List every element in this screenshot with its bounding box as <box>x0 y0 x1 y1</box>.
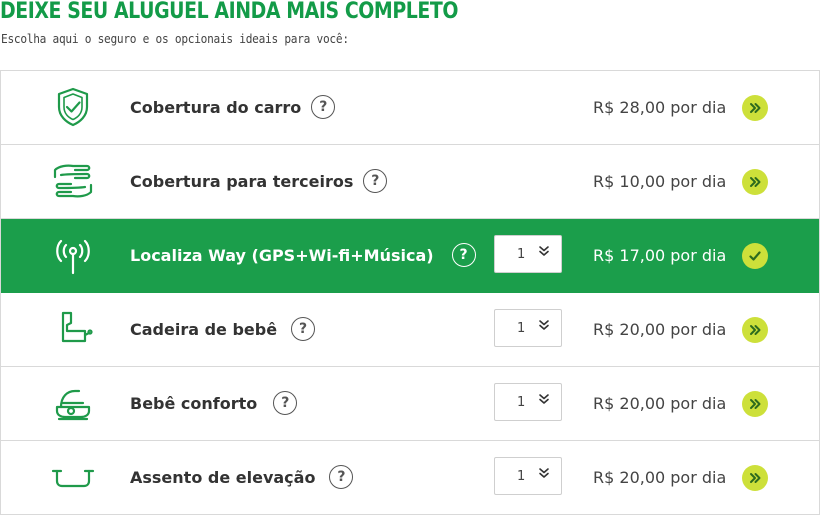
add-option-button[interactable] <box>742 391 768 417</box>
help-button[interactable]: ? <box>363 168 388 193</box>
option-label: Localiza Way (GPS+Wi-fi+Música)? <box>130 219 476 292</box>
double-chevron-right-icon <box>750 399 761 409</box>
help-button[interactable]: ? <box>291 316 316 341</box>
option-label: Assento de elevação? <box>130 441 354 514</box>
option-label: Cobertura para terceiros? <box>130 145 388 218</box>
help-button[interactable]: ? <box>311 94 336 119</box>
option-row-car-coverage[interactable]: Cobertura do carro? R$ 28,00 por dia <box>1 71 819 145</box>
double-chevron-down-icon <box>539 394 549 404</box>
option-label-text: Bebê conforto <box>130 394 258 413</box>
add-option-button[interactable] <box>742 169 768 195</box>
add-option-button[interactable] <box>742 95 768 121</box>
shield-check-icon <box>45 85 101 129</box>
option-price: R$ 20,00 por dia <box>593 320 727 339</box>
option-price: R$ 20,00 por dia <box>593 468 727 487</box>
option-row-booster-seat[interactable]: Assento de elevação? 1 R$ 20,00 por dia <box>1 441 819 515</box>
double-chevron-right-icon <box>750 325 761 335</box>
option-label: Cadeira de bebê? <box>130 293 316 366</box>
option-price: R$ 10,00 por dia <box>593 172 727 191</box>
double-chevron-right-icon <box>750 473 761 483</box>
page-title: DEIXE SEU ALUGUEL AINDA MAIS COMPLETO <box>0 0 459 24</box>
options-list: Cobertura do carro? R$ 28,00 por dia Cob… <box>0 70 820 515</box>
help-button[interactable]: ? <box>329 464 354 489</box>
option-label: Bebê conforto? <box>130 367 298 440</box>
option-row-baby-carrier[interactable]: Bebê conforto? 1 R$ 20,00 por dia <box>1 367 819 441</box>
help-button[interactable]: ? <box>451 242 476 267</box>
selected-option-button[interactable] <box>742 243 768 269</box>
hands-icon <box>45 159 101 203</box>
quantity-value: 1 <box>517 395 526 410</box>
option-label-text: Assento de elevação <box>130 468 316 487</box>
help-button[interactable]: ? <box>273 390 298 415</box>
quantity-select[interactable]: 1 <box>494 235 562 273</box>
checkmark-icon <box>749 251 761 261</box>
add-option-button[interactable] <box>742 465 768 491</box>
double-chevron-right-icon <box>750 177 761 187</box>
option-label-text: Localiza Way (GPS+Wi-fi+Música) <box>130 246 434 265</box>
quantity-value: 1 <box>517 247 526 262</box>
option-row-baby-seat[interactable]: Cadeira de bebê? 1 R$ 20,00 por dia <box>1 293 819 367</box>
option-price: R$ 20,00 por dia <box>593 394 727 413</box>
option-price: R$ 28,00 por dia <box>593 98 727 117</box>
option-label-text: Cadeira de bebê <box>130 320 278 339</box>
double-chevron-right-icon <box>750 103 761 113</box>
option-row-third-party-coverage[interactable]: Cobertura para terceiros? R$ 10,00 por d… <box>1 145 819 219</box>
wifi-antenna-icon <box>45 233 101 277</box>
option-label-text: Cobertura para terceiros <box>130 172 354 191</box>
quantity-value: 1 <box>517 321 526 336</box>
option-price: R$ 17,00 por dia <box>593 246 727 265</box>
quantity-select[interactable]: 1 <box>494 457 562 495</box>
quantity-select[interactable]: 1 <box>494 309 562 347</box>
option-label: Cobertura do carro? <box>130 71 336 144</box>
baby-carrier-icon <box>45 381 101 425</box>
page-subtitle: Escolha aqui o seguro e os opcionais ide… <box>1 32 349 46</box>
add-option-button[interactable] <box>742 317 768 343</box>
quantity-value: 1 <box>517 469 526 484</box>
option-row-localiza-way[interactable]: Localiza Way (GPS+Wi-fi+Música)? 1 R$ 17… <box>1 219 819 293</box>
baby-seat-icon <box>45 307 101 351</box>
quantity-select[interactable]: 1 <box>494 383 562 421</box>
booster-seat-icon <box>45 455 101 499</box>
double-chevron-down-icon <box>539 468 549 478</box>
double-chevron-down-icon <box>539 246 549 256</box>
double-chevron-down-icon <box>539 320 549 330</box>
option-label-text: Cobertura do carro <box>130 98 302 117</box>
